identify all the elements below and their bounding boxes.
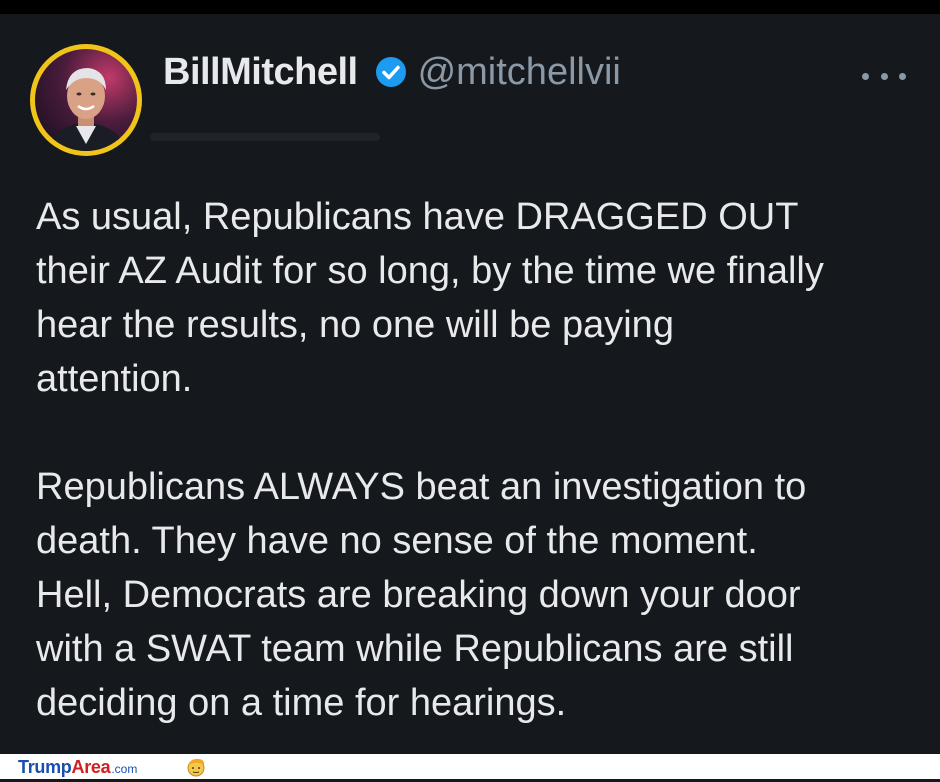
more-dot — [862, 72, 869, 80]
more-dot — [880, 72, 888, 80]
more-horizontal-icon[interactable] — [862, 66, 906, 86]
watermark-part1: Trump — [18, 757, 72, 777]
more-dot — [899, 72, 906, 80]
watermark-bar: Trump Area .com — [0, 754, 940, 779]
watermark-part3: .com — [111, 762, 138, 776]
faded-divider — [150, 133, 380, 141]
verified-badge-icon — [374, 55, 408, 89]
avatar[interactable] — [30, 44, 142, 156]
tweet-paragraph: As usual, Republicans have DRAGGED OUT t… — [36, 196, 824, 400]
watermark-text: Trump Area .com — [18, 757, 137, 777]
tweet-body: As usual, Republicans have DRAGGED OUT t… — [36, 190, 916, 730]
author-display-name[interactable]: BillMitchell — [163, 51, 358, 94]
tweet-paragraph: Republicans ALWAYS beat an investigation… — [36, 466, 807, 724]
author-row: BillMitchell @mitchellvii — [163, 50, 621, 94]
top-bar — [0, 0, 940, 14]
watermark-part2: Area — [71, 757, 111, 777]
watermark-logo-icon — [185, 757, 207, 777]
author-handle[interactable]: @mitchellvii — [418, 51, 621, 94]
